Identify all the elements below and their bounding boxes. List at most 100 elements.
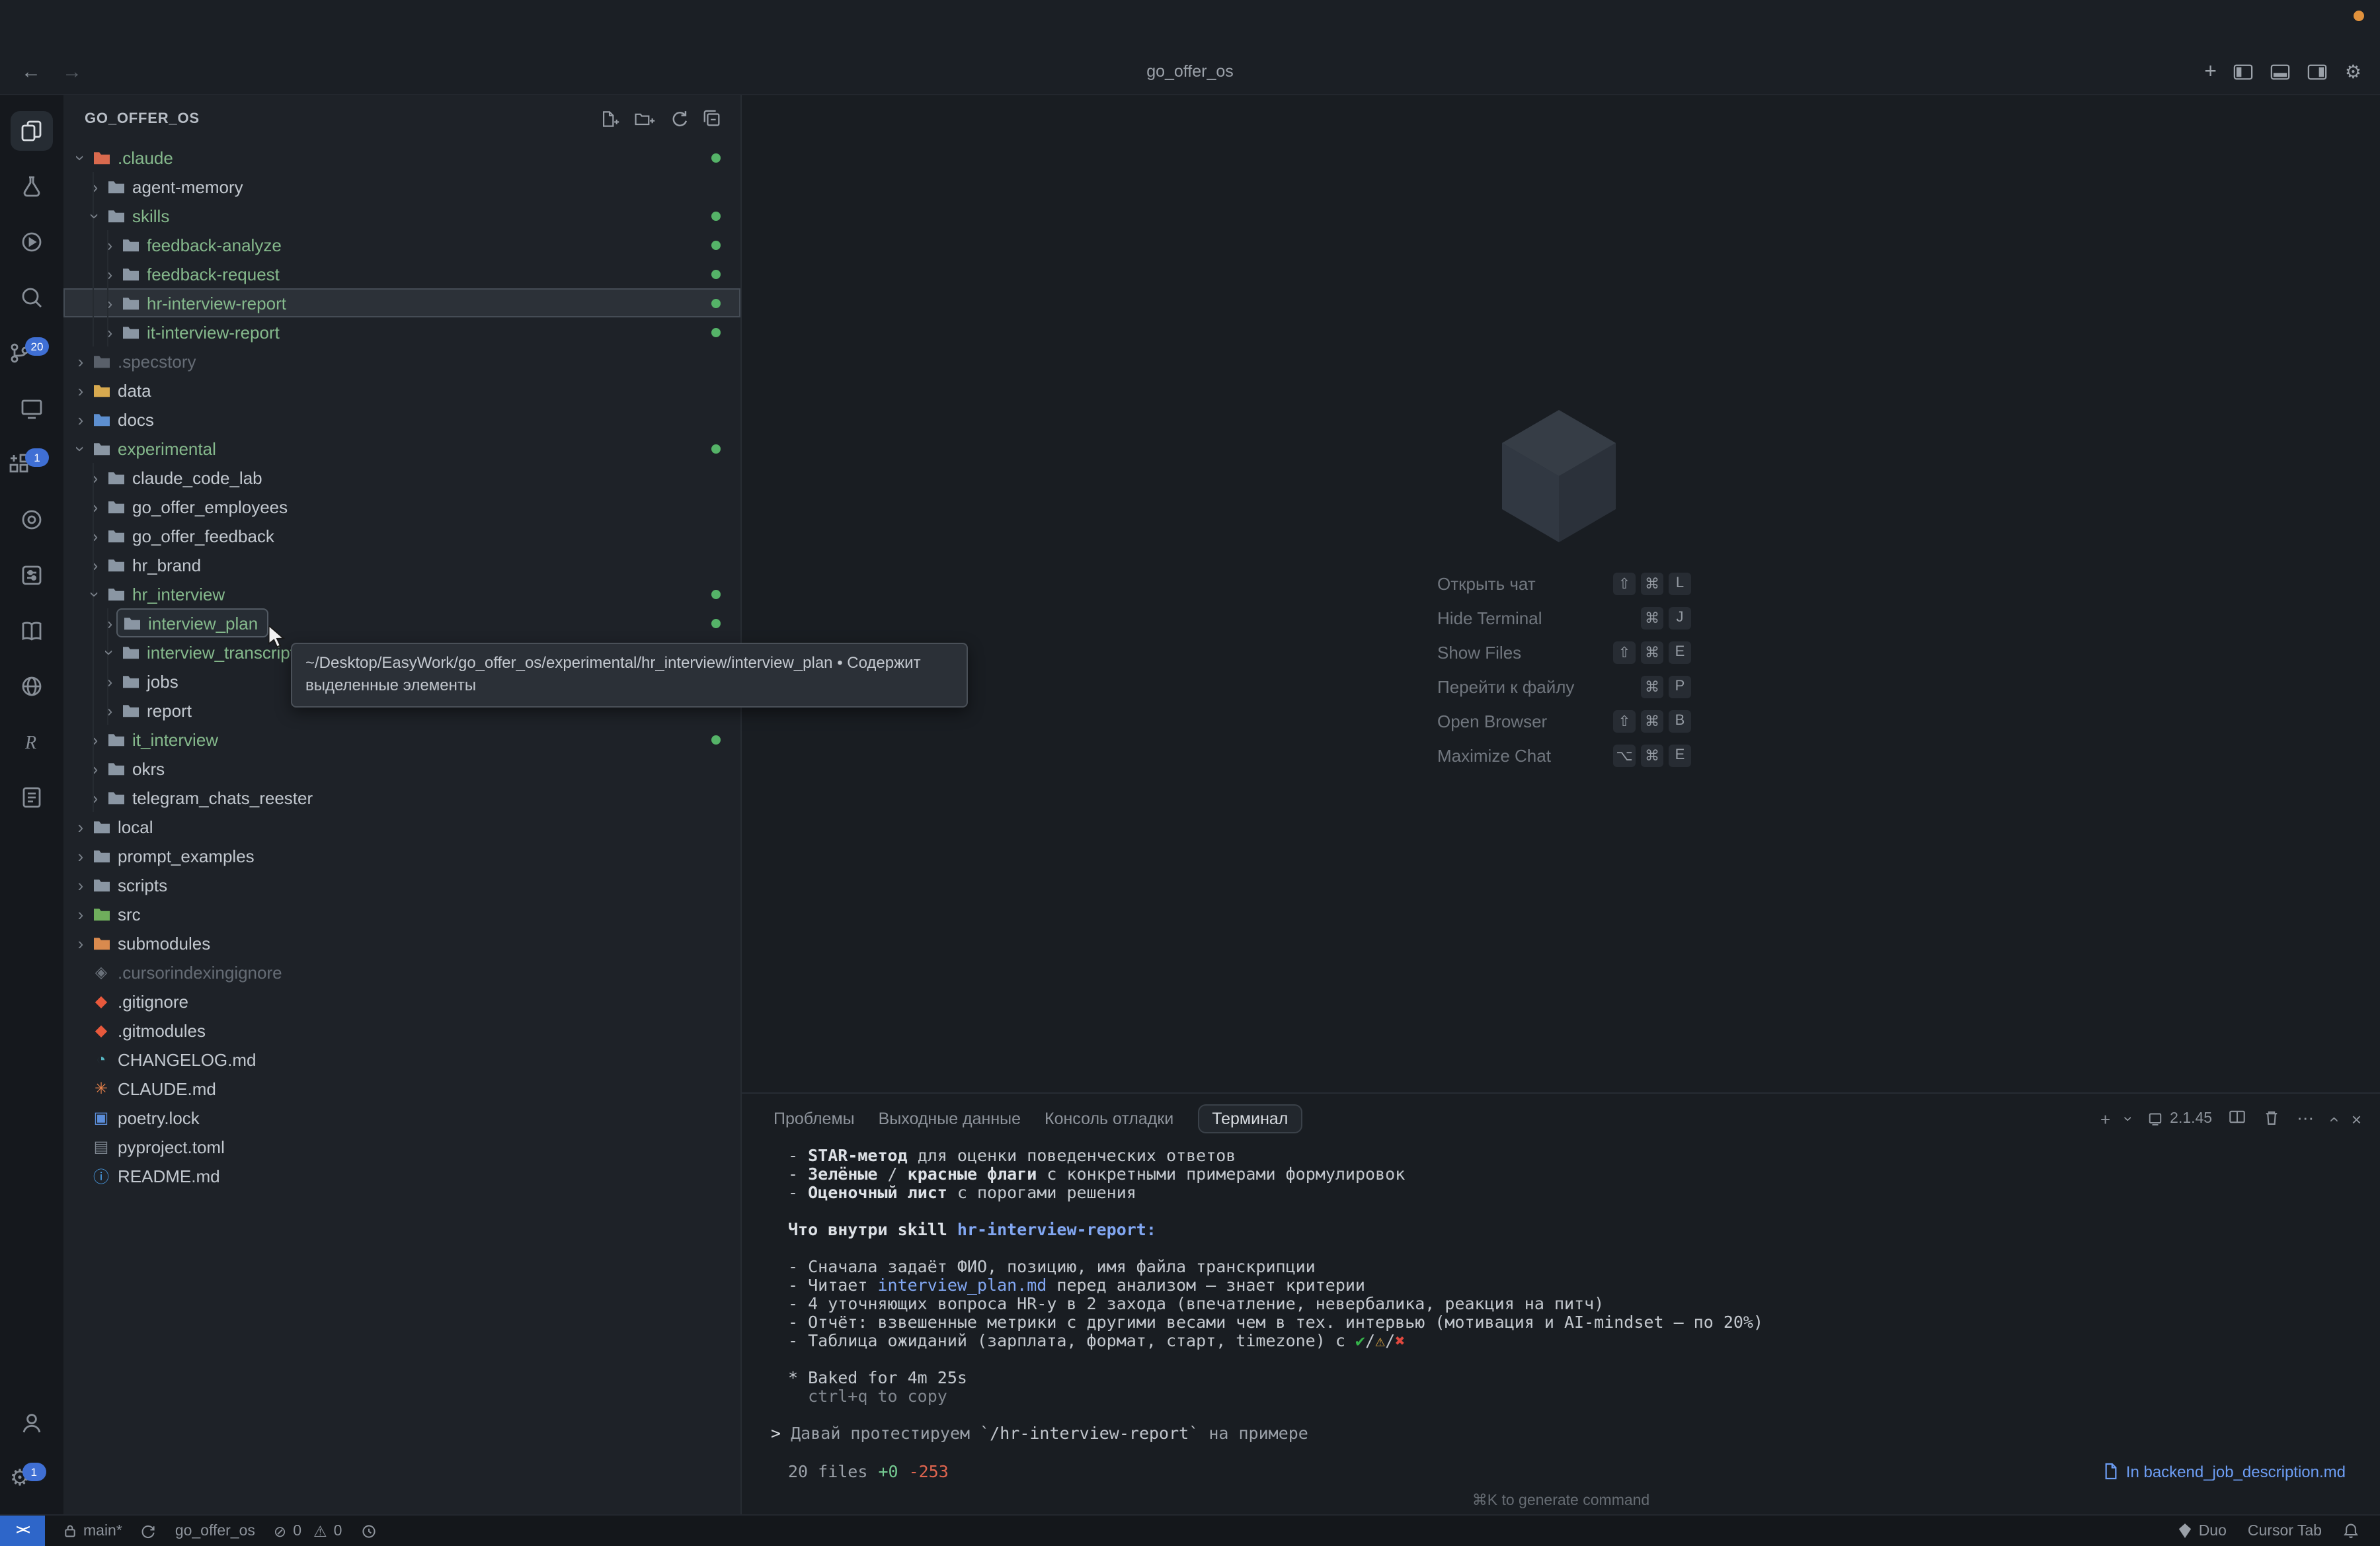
svg-text:R: R: [24, 733, 36, 753]
close-panel-icon[interactable]: ×: [2352, 1109, 2361, 1129]
tree-item-label: agent-memory: [132, 177, 243, 196]
indent-guide: [93, 696, 94, 725]
tree-item-claude.md[interactable]: ✳CLAUDE.md: [63, 1074, 740, 1103]
tree-item-agent-memory[interactable]: ›agent-memory: [63, 172, 740, 201]
activitybar-source-control-icon[interactable]: 20: [0, 325, 63, 381]
activitybar-template-icon[interactable]: [0, 770, 63, 825]
account-icon[interactable]: [0, 1395, 63, 1451]
tree-item-experimental[interactable]: ›experimental: [63, 434, 740, 463]
tree-item-hr-interview[interactable]: ›hr_interview: [63, 579, 740, 608]
tree-item-okrs[interactable]: ›okrs: [63, 754, 740, 783]
tree-item-feedback-request[interactable]: ›feedback-request: [63, 259, 740, 288]
refresh-icon[interactable]: [669, 108, 689, 130]
folder-icon: [90, 353, 112, 369]
terminal-line: [788, 1350, 2380, 1369]
panel-tabs: Проблемы Выходные данные Консоль отладки Те…: [774, 1104, 1302, 1133]
new-terminal-icon[interactable]: +: [2100, 1109, 2110, 1129]
tree-item-changelog.md[interactable]: ◔CHANGELOG.md: [63, 1045, 740, 1074]
tree-item-label: experimental: [118, 438, 216, 458]
tree-item-skills[interactable]: ›skills: [63, 201, 740, 230]
tree-item-hr-interview-report[interactable]: ›hr-interview-report: [63, 288, 740, 317]
history-icon[interactable]: [360, 1523, 376, 1539]
tree-item-go-offer-feedback[interactable]: ›go_offer_feedback: [63, 521, 740, 550]
tree-item-docs[interactable]: ›docs: [63, 405, 740, 434]
terminal-output[interactable]: - STAR-метод для оценки поведенческих от…: [742, 1139, 2380, 1443]
tree-item-scripts[interactable]: ›scripts: [63, 870, 740, 899]
shortcut-hints: Открыть чат⇧⌘LHide Terminal⌘JShow Files⇧…: [1437, 566, 1691, 772]
new-tab-icon[interactable]: +: [2204, 64, 2217, 80]
tree-item-go-offer-employees[interactable]: ›go_offer_employees: [63, 492, 740, 521]
activitybar-flask-icon[interactable]: [0, 159, 63, 214]
shortcut-keys: ⌥⌘E: [1613, 744, 1691, 766]
duo-item[interactable]: Duo: [2178, 1523, 2227, 1539]
split-terminal-icon[interactable]: [2228, 1108, 2246, 1129]
tree-item-it-interview[interactable]: ›it_interview: [63, 725, 740, 754]
context-file-link[interactable]: In backend_job_description.md: [2104, 1462, 2346, 1481]
activitybar-globe-icon[interactable]: [0, 659, 63, 714]
tree-item-hr-brand[interactable]: ›hr_brand: [63, 550, 740, 579]
terminal-version-badge[interactable]: 2.1.45: [2147, 1111, 2212, 1127]
nav-back-icon[interactable]: ←: [21, 61, 41, 83]
problems-item[interactable]: ⊘0 ⚠0: [274, 1522, 342, 1540]
tree-item-readme.md[interactable]: ⓘREADME.md: [63, 1161, 740, 1190]
panel-tab-1[interactable]: Выходные данные: [879, 1106, 1021, 1132]
manage-gear-icon[interactable]: ⚙ 1: [0, 1451, 63, 1506]
activitybar-lens-icon[interactable]: [0, 492, 63, 548]
remote-indicator[interactable]: ><: [0, 1516, 45, 1546]
settings-gear-icon[interactable]: ⚙: [2345, 61, 2361, 83]
tree-item-label: jobs: [147, 671, 178, 691]
kill-terminal-icon[interactable]: [2262, 1108, 2281, 1130]
sync-changes-icon[interactable]: [141, 1523, 157, 1539]
cursor-tab-item[interactable]: Cursor Tab: [2248, 1523, 2322, 1539]
tree-item-.claude[interactable]: ›.claude: [63, 143, 740, 172]
tree-item-prompt-examples[interactable]: ›prompt_examples: [63, 841, 740, 870]
panel-tab-0[interactable]: Проблемы: [774, 1106, 855, 1132]
chevron-icon: ›: [100, 293, 119, 313]
chevron-icon: ›: [71, 904, 90, 924]
tree-item-.cursorindexingignore[interactable]: ◈.cursorindexingignore: [63, 957, 740, 987]
chevron-icon: ›: [71, 409, 90, 429]
project-name-item[interactable]: go_offer_os: [175, 1523, 255, 1539]
more-actions-icon[interactable]: ⋯: [2297, 1108, 2314, 1129]
toggle-panel-icon[interactable]: [2271, 63, 2291, 81]
maximize-panel-icon[interactable]: ›: [2322, 1116, 2342, 1122]
tree-item-.specstory[interactable]: ›.specstory: [63, 346, 740, 376]
activitybar-tools-icon[interactable]: [0, 548, 63, 603]
new-file-icon[interactable]: [599, 108, 620, 130]
tree-item-src[interactable]: ›src: [63, 899, 740, 928]
tree-item-local[interactable]: ›local: [63, 812, 740, 841]
tree-item-claude-code-lab[interactable]: ›claude_code_lab: [63, 463, 740, 492]
activitybar-explorer-icon[interactable]: [0, 103, 63, 159]
tree-item-data[interactable]: ›data: [63, 376, 740, 405]
tree-item-telegram-chats-reester[interactable]: ›telegram_chats_reester: [63, 783, 740, 812]
tree-item-poetry.lock[interactable]: ▣poetry.lock: [63, 1103, 740, 1132]
activitybar-run-debug-icon[interactable]: [0, 214, 63, 270]
new-folder-icon[interactable]: [633, 108, 656, 130]
activitybar-search-icon[interactable]: [0, 270, 63, 325]
tree-item-interview-plan[interactable]: ›interview_plan: [63, 608, 740, 637]
git-branch-item[interactable]: main*: [63, 1523, 122, 1539]
tree-item-.gitmodules[interactable]: ◆.gitmodules: [63, 1016, 740, 1045]
bottom-panel: Проблемы Выходные данные Консоль отладки Те…: [742, 1092, 2380, 1514]
panel-tab-3[interactable]: Терминал: [1197, 1104, 1302, 1133]
activitybar-r-logo-icon[interactable]: R: [0, 714, 63, 770]
toggle-left-sidebar-icon[interactable]: [2234, 63, 2254, 81]
indent-guide: [107, 230, 108, 259]
activitybar-library-icon[interactable]: [0, 603, 63, 659]
activitybar-extensions-icon[interactable]: 1: [0, 436, 63, 492]
nav-forward-icon[interactable]: →: [62, 61, 82, 83]
tree-item-submodules[interactable]: ›submodules: [63, 928, 740, 957]
tree-item-.gitignore[interactable]: ◆.gitignore: [63, 987, 740, 1016]
panel-tab-2[interactable]: Консоль отладки: [1045, 1106, 1173, 1132]
chevron-icon: ›: [85, 585, 105, 603]
tree-item-it-interview-report[interactable]: ›it-interview-report: [63, 317, 740, 346]
tree-item-pyproject.toml[interactable]: ▤pyproject.toml: [63, 1132, 740, 1161]
tree-item-feedback-analyze[interactable]: ›feedback-analyze: [63, 230, 740, 259]
collapse-all-icon[interactable]: [702, 108, 722, 130]
activitybar-remote-explorer-icon[interactable]: [0, 381, 63, 436]
notifications-bell-icon[interactable]: [2343, 1522, 2359, 1539]
toggle-right-sidebar-icon[interactable]: [2308, 63, 2328, 81]
chevron-icon: ›: [71, 380, 90, 400]
terminal-dropdown-icon[interactable]: ›: [2120, 1116, 2138, 1121]
keycap: ⌘: [1641, 606, 1663, 629]
